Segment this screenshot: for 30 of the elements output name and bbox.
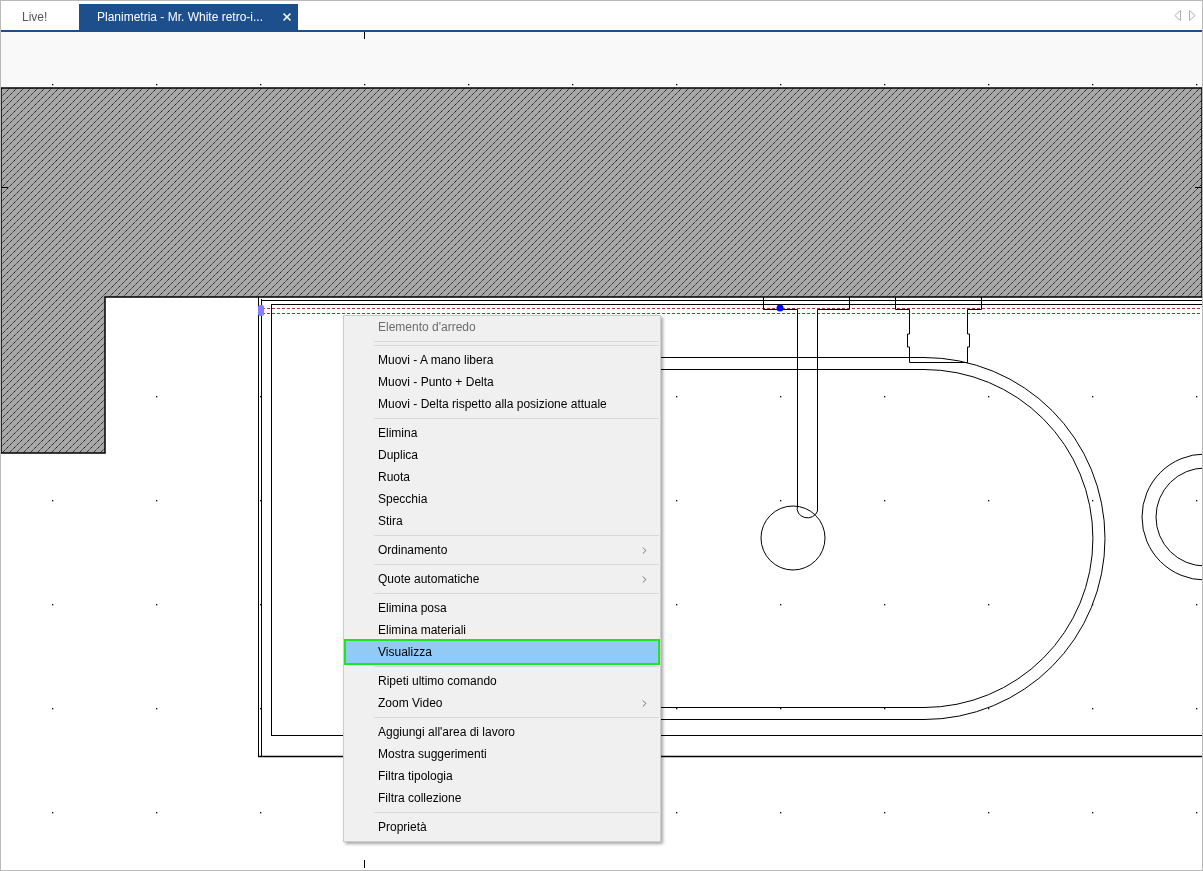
close-icon[interactable] (281, 11, 293, 23)
menu-item[interactable]: Ruota (344, 466, 660, 488)
menu-item[interactable]: Muovi - Punto + Delta (344, 371, 660, 393)
menu-item[interactable]: Filtra collezione (344, 787, 660, 809)
menu-item[interactable]: Zoom Video (344, 692, 660, 714)
menu-item[interactable]: Stira (344, 510, 660, 532)
menu-item[interactable]: Elimina posa (344, 597, 660, 619)
menu-item[interactable]: Elimina (344, 422, 660, 444)
crosshair-tick (364, 32, 365, 40)
menu-item[interactable]: Filtra tipologia (344, 765, 660, 787)
tab[interactable]: Planimetria - Mr. White retro-i... (79, 4, 298, 30)
menu-header: Elemento d'arredo (378, 319, 476, 336)
crosshair-tick (1194, 187, 1202, 188)
menu-item[interactable]: Duplica (344, 444, 660, 466)
menu-item[interactable]: Ripeti ultimo comando (344, 670, 660, 692)
menu-item[interactable]: Visualizza (344, 639, 660, 665)
crosshair-tick (1, 187, 9, 188)
drawing-canvas[interactable] (1, 32, 1202, 870)
menu-item[interactable]: Muovi - Delta rispetto alla posizione attuale (344, 393, 660, 415)
menu-item[interactable]: Quote automatiche (344, 568, 660, 590)
menu-item[interactable]: Aggiungi all'area di lavoro (344, 721, 660, 743)
menu-item[interactable]: Elimina materiali (344, 619, 660, 641)
menu-item[interactable]: Muovi - A mano libera (344, 349, 660, 371)
menu-item[interactable]: Proprietà (344, 816, 660, 838)
crosshair-tick (364, 859, 365, 869)
grip-handle-icon[interactable] (258, 305, 264, 316)
menu-item[interactable]: Mostra suggerimenti (344, 743, 660, 765)
grip-point-icon[interactable] (776, 304, 784, 312)
menu-item[interactable]: Specchia (344, 488, 660, 510)
menu-item[interactable]: Ordinamento (344, 539, 660, 561)
